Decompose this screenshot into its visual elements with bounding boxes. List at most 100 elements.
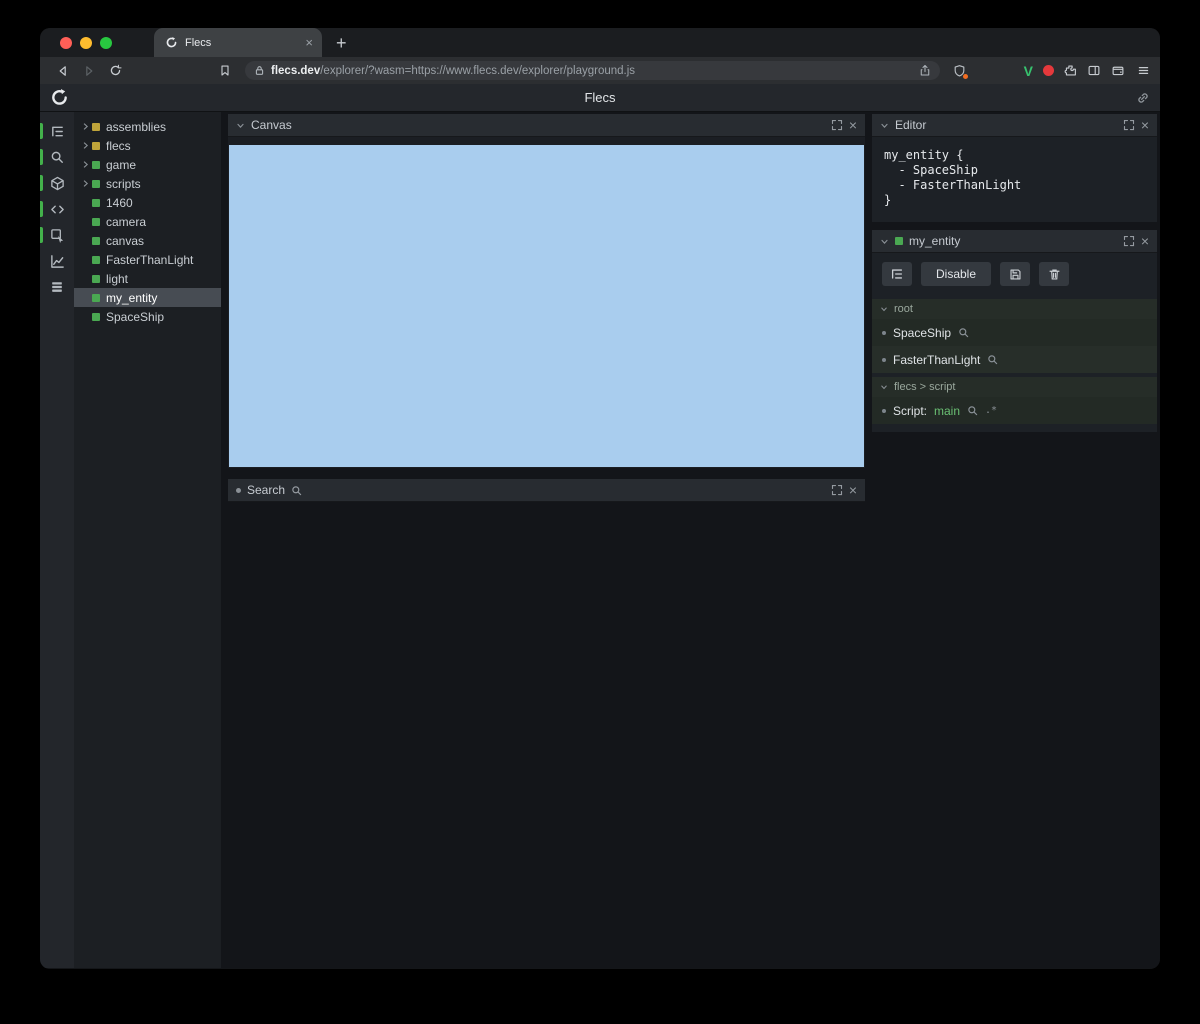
chevron-right-icon[interactable] <box>81 141 92 150</box>
brave-shield-icon[interactable] <box>953 64 968 79</box>
tree-item-my-entity[interactable]: my_entity <box>74 288 221 307</box>
canvas-content <box>228 137 865 468</box>
expand-icon[interactable] <box>1123 119 1135 131</box>
search-component-icon[interactable] <box>958 327 969 338</box>
component-row-script[interactable]: Script: main .* <box>872 397 1157 424</box>
tree-item-label: flecs <box>106 138 131 153</box>
chevron-right-icon[interactable] <box>81 122 92 131</box>
tree-item-assemblies[interactable]: assemblies <box>74 117 221 136</box>
chevron-right-icon[interactable] <box>81 179 92 188</box>
section-header-root[interactable]: root <box>872 299 1157 319</box>
rail-search-icon[interactable] <box>40 144 74 170</box>
entity-panel-title: my_entity <box>909 234 961 248</box>
tree-item-label: FasterThanLight <box>106 252 194 267</box>
tree-item-label: camera <box>106 214 147 229</box>
bullet-icon <box>236 487 241 493</box>
entity-square-icon <box>92 293 100 302</box>
tree-item-1460[interactable]: 1460 <box>74 193 221 212</box>
component-row-fasterthanlight[interactable]: FasterThanLight <box>872 346 1157 373</box>
close-icon[interactable]: × <box>849 483 857 497</box>
canvas-panel: Canvas × <box>228 114 865 468</box>
entity-square-icon <box>92 236 100 245</box>
tree-item-game[interactable]: game <box>74 155 221 174</box>
search-panel: Search × <box>228 479 865 502</box>
rail-stats-chart-icon[interactable] <box>40 248 74 274</box>
editor-panel-title: Editor <box>895 118 927 132</box>
address-bar[interactable]: flecs.dev/explorer/?wasm=https://www.fle… <box>245 61 940 80</box>
expand-icon[interactable] <box>1123 235 1135 247</box>
right-column: Editor × my_entity { - SpaceShip - Faste… <box>872 112 1157 968</box>
wallet-icon[interactable] <box>1111 64 1125 77</box>
section-title: root <box>894 303 913 315</box>
new-tab-button[interactable]: + <box>336 34 347 52</box>
script-eval-icon[interactable]: .* <box>985 405 997 416</box>
tree-item-flecs[interactable]: flecs <box>74 136 221 155</box>
rail-entity-tree-icon[interactable] <box>40 118 74 144</box>
bookmark-icon[interactable] <box>212 60 238 82</box>
chevron-down-icon[interactable] <box>236 121 245 130</box>
close-icon[interactable]: × <box>1141 118 1149 132</box>
close-icon[interactable]: × <box>849 118 857 132</box>
menu-icon[interactable] <box>1137 64 1150 77</box>
code-line: } <box>884 193 892 207</box>
search-component-icon[interactable] <box>967 405 978 416</box>
component-name: SpaceShip <box>893 325 952 340</box>
back-button[interactable] <box>50 60 76 82</box>
tab-close-icon[interactable]: × <box>305 36 313 49</box>
entity-square-icon <box>92 198 100 207</box>
tree-view-button[interactable] <box>882 262 912 286</box>
disable-button[interactable]: Disable <box>921 262 992 286</box>
search-component-icon[interactable] <box>987 354 998 365</box>
shield-badge <box>962 73 968 79</box>
reload-button[interactable] <box>102 60 128 82</box>
rail-queries-rows-icon[interactable] <box>40 274 74 300</box>
editor-panel: Editor × my_entity { - SpaceShip - Faste… <box>872 114 1157 222</box>
save-button[interactable] <box>1000 262 1031 286</box>
tree-item-scripts[interactable]: scripts <box>74 174 221 193</box>
window-zoom-button[interactable] <box>100 36 112 49</box>
bullet-icon <box>882 330 886 335</box>
puzzle-icon[interactable] <box>1064 64 1077 77</box>
component-row-spaceship[interactable]: SpaceShip <box>872 319 1157 346</box>
section-header-flecs-script[interactable]: flecs > script <box>872 377 1157 397</box>
extension-v-icon[interactable]: V <box>1024 63 1033 79</box>
rail-entities-cube-icon[interactable] <box>40 170 74 196</box>
extension-group: V <box>1024 63 1125 79</box>
flecs-logo-icon[interactable] <box>50 88 69 107</box>
editor-panel-header: Editor × <box>872 114 1157 137</box>
share-link-icon[interactable] <box>1136 91 1150 105</box>
url-text: flecs.dev/explorer/?wasm=https://www.fle… <box>271 64 636 77</box>
window-close-button[interactable] <box>60 36 72 49</box>
tree-item-canvas[interactable]: canvas <box>74 231 221 250</box>
tab-bar: Flecs × + <box>40 28 1160 57</box>
chevron-right-icon[interactable] <box>81 160 92 169</box>
delete-button[interactable] <box>1039 262 1070 286</box>
expand-icon[interactable] <box>831 119 843 131</box>
browser-tab-flecs[interactable]: Flecs × <box>154 28 322 57</box>
window-minimize-button[interactable] <box>80 36 92 49</box>
expand-icon[interactable] <box>831 484 843 496</box>
sidebar-toggle-icon[interactable] <box>1087 64 1101 77</box>
extension-red-icon[interactable] <box>1043 65 1054 76</box>
entity-square-icon <box>92 312 100 321</box>
entity-tree-panel: assemblies flecs game scripts 1460 camer… <box>74 112 221 968</box>
tree-item-camera[interactable]: camera <box>74 212 221 231</box>
tree-item-fasterthanlight[interactable]: FasterThanLight <box>74 250 221 269</box>
forward-button[interactable] <box>76 60 102 82</box>
entity-square-icon <box>895 237 903 245</box>
close-icon[interactable]: × <box>1141 234 1149 248</box>
flecs-favicon-icon <box>165 36 178 49</box>
code-editor[interactable]: my_entity { - SpaceShip - FasterThanLigh… <box>872 137 1157 222</box>
rail-code-icon[interactable] <box>40 196 74 222</box>
share-icon[interactable] <box>919 64 931 77</box>
tree-item-spaceship[interactable]: SpaceShip <box>74 307 221 326</box>
tree-item-light[interactable]: light <box>74 269 221 288</box>
render-canvas[interactable] <box>229 145 864 467</box>
rail-inspect-icon[interactable] <box>40 222 74 248</box>
chevron-down-icon[interactable] <box>880 121 889 130</box>
chevron-down-icon <box>880 383 888 391</box>
chevron-down-icon[interactable] <box>880 237 889 246</box>
module-square-icon <box>92 141 100 150</box>
chevron-down-icon <box>880 305 888 313</box>
tree-item-label: canvas <box>106 233 145 248</box>
